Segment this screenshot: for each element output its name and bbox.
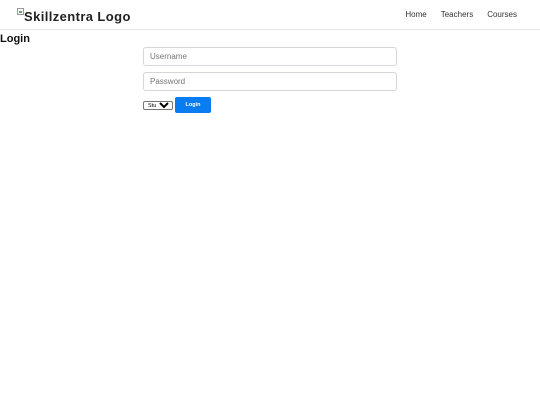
site-logo[interactable]: Skillzentra Logo — [17, 7, 131, 25]
main-nav: Home Teachers Courses — [391, 10, 517, 20]
nav-link-home[interactable]: Home — [405, 10, 426, 20]
broken-image-icon — [17, 8, 24, 15]
nav-link-courses[interactable]: Courses — [487, 10, 517, 20]
login-button[interactable]: Login — [175, 97, 211, 113]
role-select[interactable]: Student — [143, 101, 173, 110]
logo-alt-text: Skillzentra Logo — [24, 9, 131, 24]
nav-link-teachers[interactable]: Teachers — [441, 10, 473, 20]
site-header: Skillzentra Logo Home Teachers Courses — [0, 0, 540, 30]
username-input[interactable] — [143, 47, 397, 66]
page-title: Login — [0, 33, 30, 45]
password-input[interactable] — [143, 72, 397, 91]
